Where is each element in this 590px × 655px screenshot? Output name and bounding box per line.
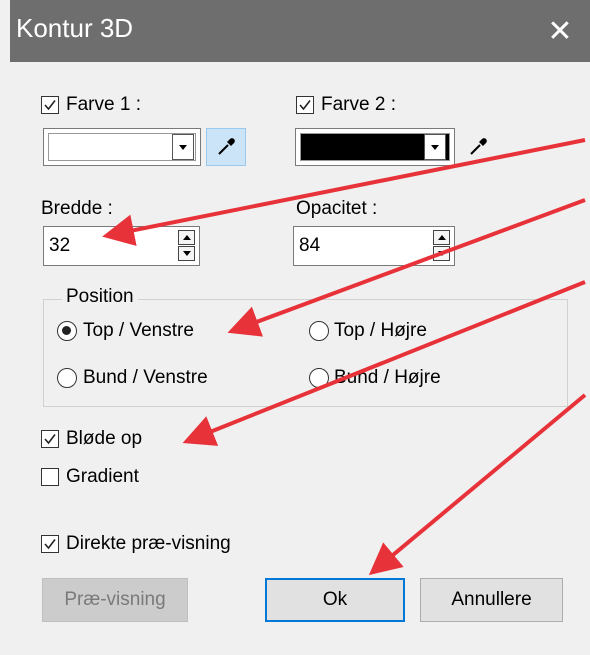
spin-down-button[interactable]	[178, 246, 195, 261]
arrow-down-icon	[182, 251, 191, 256]
spin-up-button[interactable]	[433, 230, 450, 245]
width-value: 32	[49, 235, 71, 256]
radio-top-left[interactable]	[57, 321, 77, 341]
color1-eyedropper-button[interactable]	[206, 128, 246, 166]
checkmark-icon	[44, 100, 56, 111]
arrow-up-icon	[182, 235, 191, 240]
opacity-value: 84	[299, 235, 321, 256]
radio-bottom-left-label[interactable]: Bund / Venstre	[83, 367, 208, 389]
checkmark-icon	[44, 434, 56, 445]
opacity-spin-buttons[interactable]	[433, 230, 450, 262]
radio-top-right[interactable]	[309, 321, 329, 341]
chevron-down-icon	[431, 144, 439, 150]
direct-preview-label[interactable]: Direkte præ-visning	[66, 533, 231, 555]
eyedropper-icon	[470, 138, 487, 155]
checkmark-icon	[299, 100, 311, 111]
radio-bottom-right[interactable]	[309, 368, 329, 388]
spin-down-button[interactable]	[433, 246, 450, 261]
blur-checkbox[interactable]	[41, 430, 59, 448]
radio-selected-dot	[62, 326, 71, 335]
arrow-down-icon	[437, 251, 446, 256]
width-label: Bredde :	[41, 198, 113, 219]
close-button[interactable]: ✕	[530, 0, 590, 62]
opacity-spinbox[interactable]: 84	[293, 226, 455, 266]
arrow-up-icon	[437, 235, 446, 240]
checkmark-icon	[44, 539, 56, 550]
direct-preview-checkbox[interactable]	[41, 535, 59, 553]
radio-top-left-label[interactable]: Top / Venstre	[83, 320, 194, 342]
position-groupbox	[43, 299, 568, 407]
radio-top-right-label[interactable]: Top / Højre	[334, 320, 427, 342]
spin-up-button[interactable]	[178, 230, 195, 245]
dialog-title: Kontur 3D	[16, 13, 134, 43]
width-spinbox[interactable]: 32	[43, 226, 200, 266]
preview-button[interactable]: Præ-visning	[42, 578, 188, 622]
radio-bottom-right-label[interactable]: Bund / Højre	[334, 367, 441, 389]
title-bar: Kontur 3D ✕	[10, 0, 590, 62]
cancel-button[interactable]: Annullere	[420, 578, 563, 622]
close-icon: ✕	[547, 14, 573, 48]
eyedropper-icon	[218, 138, 235, 155]
color1-label: Farve 1 :	[66, 94, 141, 115]
radio-bottom-left[interactable]	[57, 368, 77, 388]
ok-button[interactable]: Ok	[265, 578, 405, 622]
kontur-3d-dialog: Kontur 3D ✕ Farve 1 : Farve 2 : Bredde :…	[10, 0, 590, 655]
color2-dropdown-button[interactable]	[424, 134, 446, 160]
color2-label: Farve 2 :	[321, 94, 396, 115]
opacity-label: Opacitet :	[296, 198, 378, 219]
blur-label[interactable]: Bløde op	[66, 428, 142, 450]
gradient-checkbox[interactable]	[41, 468, 59, 486]
gradient-label[interactable]: Gradient	[66, 466, 139, 488]
position-group-label: Position	[62, 286, 138, 308]
color2-eyedropper-button[interactable]	[458, 128, 498, 166]
color2-checkbox[interactable]	[296, 96, 314, 114]
color1-dropdown-button[interactable]	[172, 134, 194, 160]
width-spin-buttons[interactable]	[178, 230, 195, 262]
color1-checkbox[interactable]	[41, 96, 59, 114]
chevron-down-icon	[179, 144, 187, 150]
